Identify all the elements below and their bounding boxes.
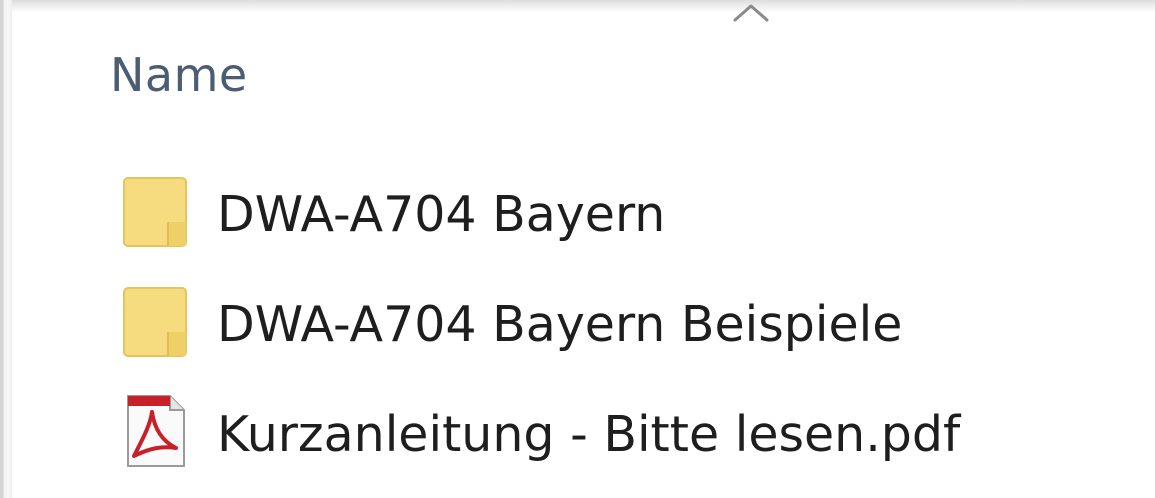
- file-name: Kurzanleitung - Bitte lesen.pdf: [217, 406, 961, 463]
- folder-icon: [120, 280, 190, 360]
- file-name: DWA-A704 Bayern Beispiele: [217, 296, 903, 353]
- list-item[interactable]: Kurzanleitung - Bitte lesen.pdf: [100, 380, 1100, 480]
- file-name: DWA-A704 Bayern: [217, 186, 666, 243]
- list-item[interactable]: DWA-A704 Bayern Beispiele: [100, 270, 1100, 370]
- pane-top-border: [0, 0, 1155, 12]
- pdf-file-icon: [120, 390, 190, 470]
- column-header-name[interactable]: Name: [14, 12, 1155, 122]
- pane-left-border: [0, 0, 12, 498]
- list-item[interactable]: DWA-A704 Bayern: [100, 160, 1100, 260]
- folder-icon: [120, 170, 190, 250]
- column-header-label: Name: [110, 48, 248, 102]
- file-explorer-pane: Name DWA-A704 Bayern DWA-A704 Bayern Bei…: [0, 0, 1155, 498]
